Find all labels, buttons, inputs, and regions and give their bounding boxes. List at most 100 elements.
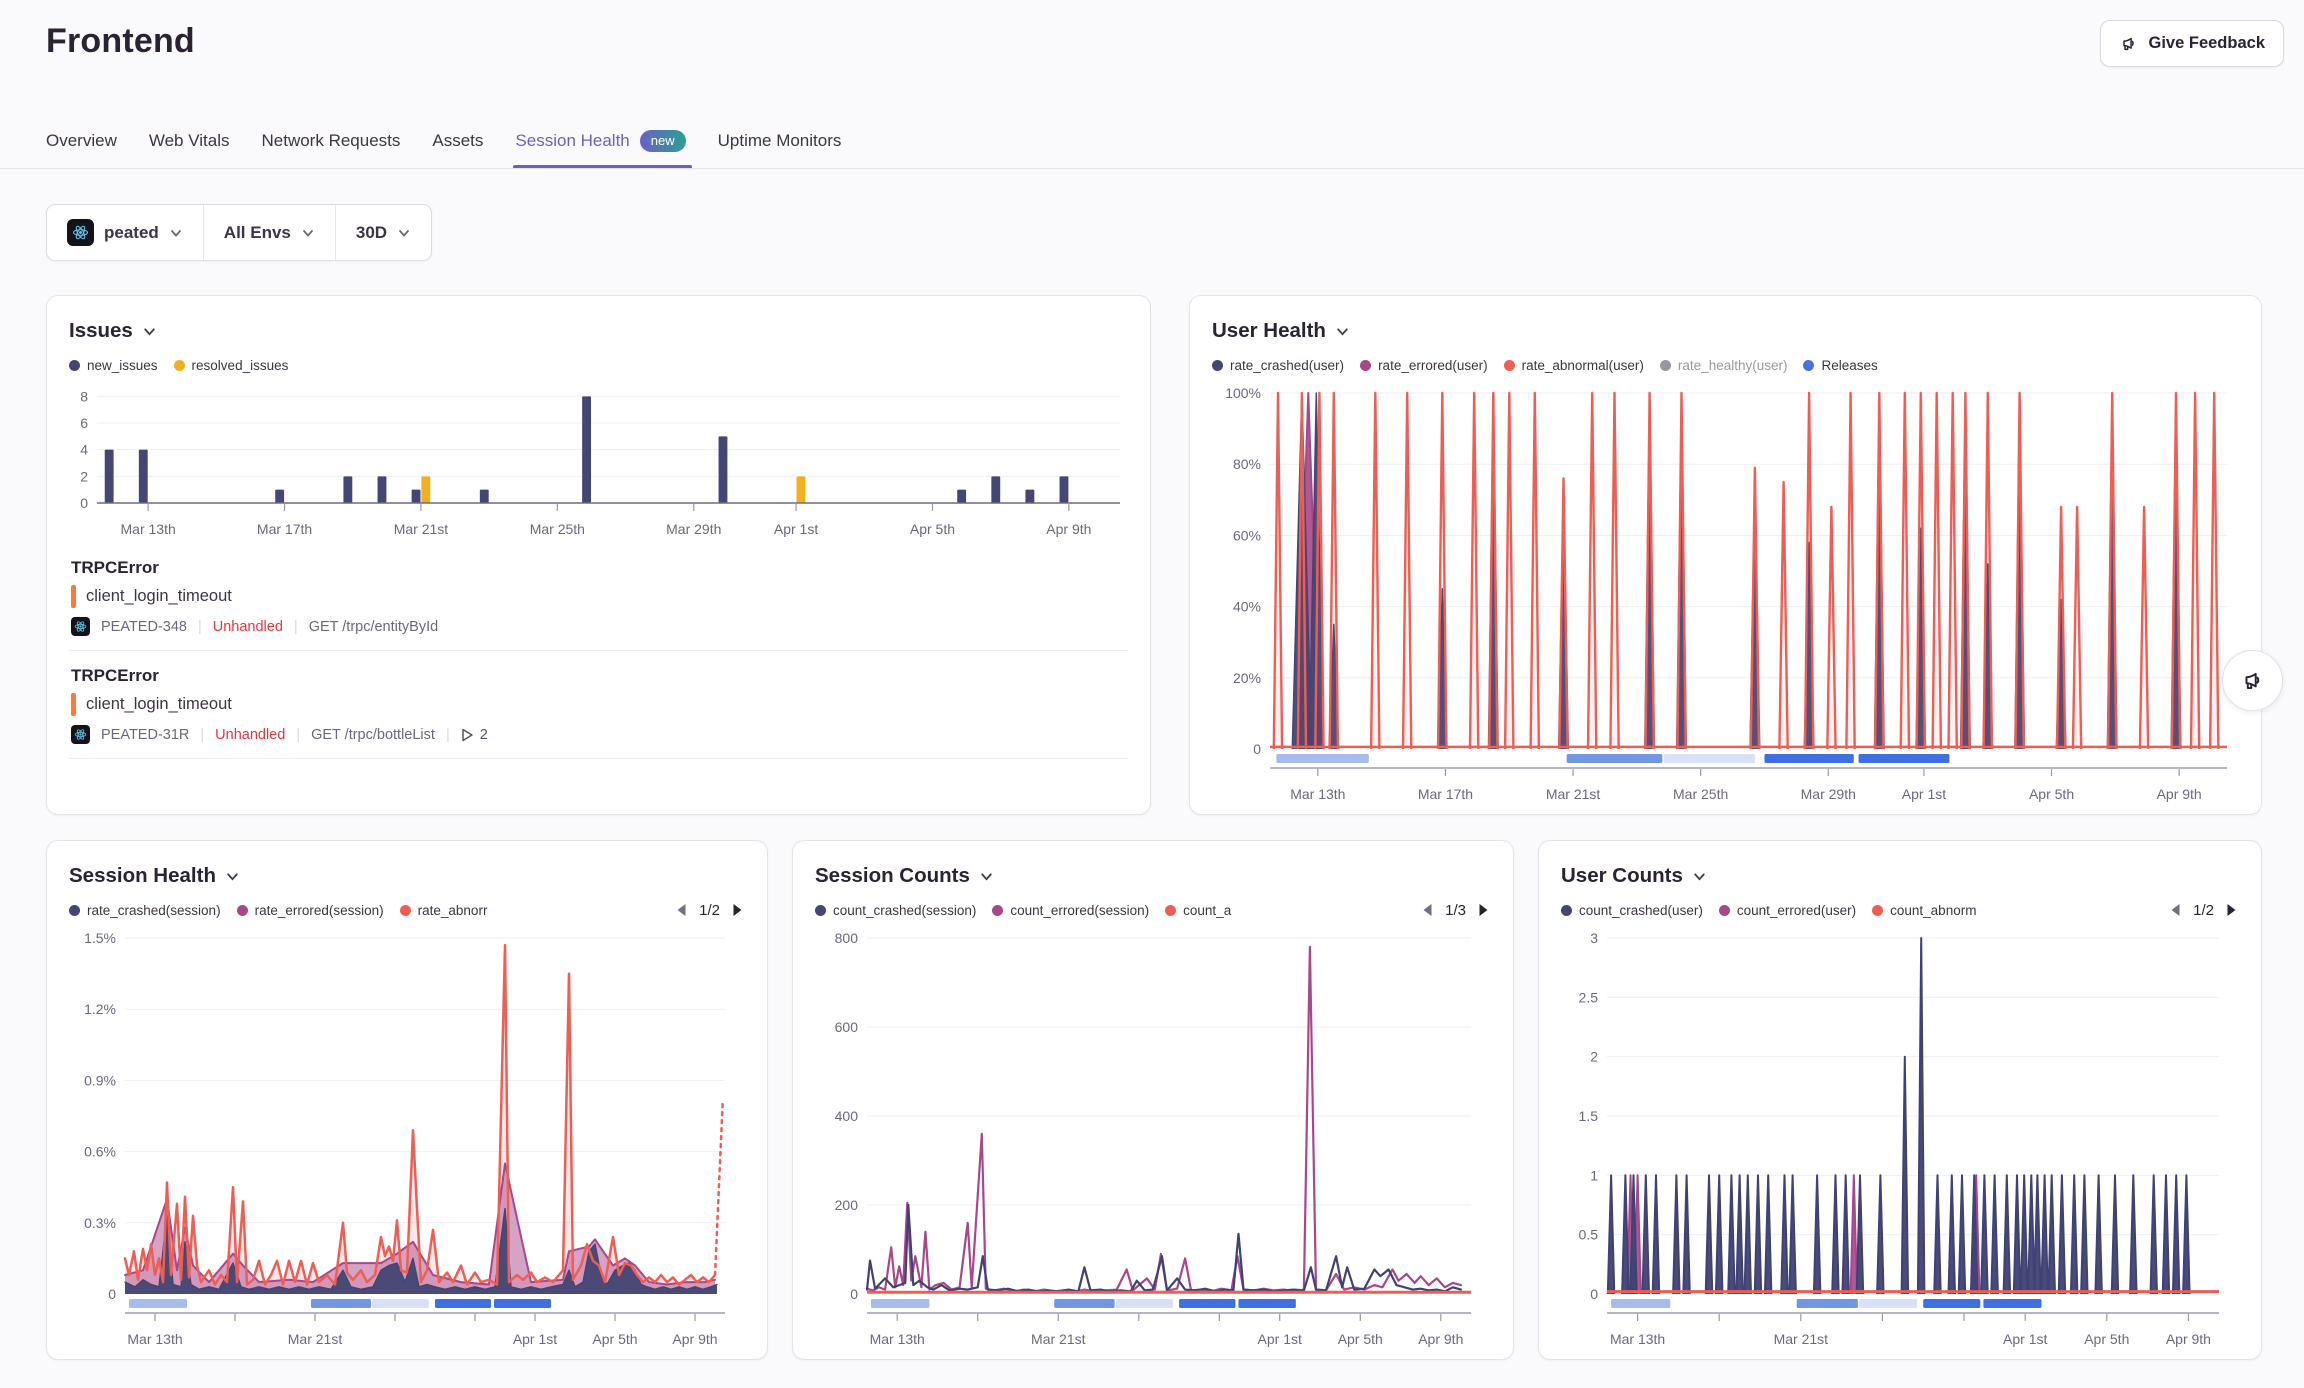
svg-text:2: 2: [80, 468, 88, 484]
session-health-title-dropdown[interactable]: Session Health: [69, 861, 745, 891]
session-counts-chart[interactable]: 0200400600800Mar 13thMar 21stApr 1stApr …: [815, 928, 1491, 1348]
svg-text:Apr 5th: Apr 5th: [2084, 1331, 2129, 1347]
legend-item-resolved-issues[interactable]: resolved_issues: [174, 358, 289, 373]
page-filter-bar: peated All Envs 30D: [46, 204, 432, 261]
tab-overview[interactable]: Overview: [46, 112, 117, 169]
tab-session-health[interactable]: Session Health new: [515, 112, 685, 169]
give-feedback-button[interactable]: Give Feedback: [2100, 20, 2284, 67]
user-health-panel: User Health rate_crashed(user) rate_erro…: [1189, 295, 2262, 815]
chevron-down-icon: [979, 869, 994, 884]
svg-text:0: 0: [108, 1286, 116, 1302]
issues-list: TRPCError client_login_timeout PEATED-34…: [69, 543, 1128, 759]
environment-selector[interactable]: All Envs: [204, 205, 335, 260]
legend-item-new-issues[interactable]: new_issues: [69, 358, 158, 373]
legend-item-count-crashed-session[interactable]: count_crashed(session): [815, 903, 976, 918]
panel-title: Session Health: [69, 864, 216, 888]
floating-feedback-button[interactable]: [2222, 650, 2283, 711]
svg-text:Apr 5th: Apr 5th: [2029, 786, 2074, 802]
pager-next-button[interactable]: [1476, 902, 1491, 918]
issue-row[interactable]: TRPCError client_login_timeout PEATED-34…: [69, 543, 1128, 651]
pager-prev-button[interactable]: [1420, 902, 1435, 918]
meta-divider: |: [198, 619, 202, 635]
legend-item-rate-abnormal-user[interactable]: rate_abnormal(user): [1504, 358, 1644, 373]
new-badge: new: [640, 130, 686, 152]
react-project-icon: [71, 617, 90, 636]
svg-text:3: 3: [1590, 930, 1598, 946]
pager-prev-button[interactable]: [2168, 902, 2183, 918]
chevron-down-icon: [397, 226, 411, 240]
issue-error-type: TRPCError: [71, 558, 1126, 578]
legend-item-count-errored-session[interactable]: count_errored(session): [992, 903, 1149, 918]
svg-text:0: 0: [1253, 741, 1261, 757]
svg-text:0: 0: [1590, 1286, 1598, 1302]
issue-error-type: TRPCError: [71, 666, 1126, 686]
session-health-chart[interactable]: 00.3%0.6%0.9%1.2%1.5%Mar 13thMar 21stApr…: [69, 928, 745, 1348]
issue-message-link[interactable]: client_login_timeout: [86, 695, 232, 714]
svg-text:Apr 9th: Apr 9th: [1418, 1331, 1463, 1347]
user-counts-title-dropdown[interactable]: User Counts: [1561, 861, 2239, 891]
tab-uptime-monitors[interactable]: Uptime Monitors: [718, 112, 842, 169]
svg-text:Apr 5th: Apr 5th: [910, 521, 955, 537]
legend-item-rate-abnormal-session[interactable]: rate_abnorr: [400, 903, 488, 918]
issues-chart[interactable]: 02468Mar 13thMar 17thMar 21stMar 25thMar…: [69, 383, 1128, 543]
legend-item-count-abnormal-session[interactable]: count_a: [1165, 903, 1231, 918]
chevron-down-icon: [142, 324, 157, 339]
pager-next-button[interactable]: [2224, 902, 2239, 918]
svg-text:Mar 13th: Mar 13th: [1290, 786, 1345, 802]
svg-text:0.5: 0.5: [1579, 1227, 1599, 1243]
environment-selector-value: All Envs: [224, 223, 291, 243]
session-health-page: Frontend Give Feedback Overview Web Vita…: [0, 0, 2304, 1388]
user-health-chart[interactable]: 020%40%60%80%100%Mar 13thMar 17thMar 21s…: [1212, 383, 2239, 803]
svg-text:Mar 21st: Mar 21st: [394, 521, 449, 537]
issues-title-dropdown[interactable]: Issues: [69, 316, 1128, 346]
tab-web-vitals[interactable]: Web Vitals: [149, 112, 230, 169]
svg-text:Apr 1st: Apr 1st: [774, 521, 818, 537]
tab-assets[interactable]: Assets: [432, 112, 483, 169]
pager-prev-button[interactable]: [674, 902, 689, 918]
svg-text:60%: 60%: [1233, 527, 1261, 543]
svg-text:Mar 13th: Mar 13th: [1610, 1331, 1665, 1347]
svg-text:0.6%: 0.6%: [84, 1144, 116, 1160]
legend-item-rate-crashed-user[interactable]: rate_crashed(user): [1212, 358, 1344, 373]
user-health-title-dropdown[interactable]: User Health: [1212, 316, 2239, 346]
svg-text:Mar 13th: Mar 13th: [127, 1331, 182, 1347]
svg-text:Mar 25th: Mar 25th: [530, 521, 585, 537]
date-range-selector[interactable]: 30D: [336, 205, 431, 260]
chevron-down-icon: [225, 869, 240, 884]
unhandled-badge: Unhandled: [213, 619, 283, 635]
issue-message-link[interactable]: client_login_timeout: [86, 587, 232, 606]
session-counts-title-dropdown[interactable]: Session Counts: [815, 861, 1491, 891]
date-range-value: 30D: [356, 223, 387, 243]
session-health-legend: rate_crashed(session) rate_errored(sessi…: [69, 903, 664, 918]
svg-text:0.3%: 0.3%: [84, 1215, 116, 1231]
legend-item-rate-errored-session[interactable]: rate_errored(session): [237, 903, 384, 918]
issue-transaction: GET /trpc/bottleList: [311, 727, 435, 743]
svg-text:20%: 20%: [1233, 670, 1261, 686]
legend-item-count-abnormal-user[interactable]: count_abnorm: [1872, 903, 1976, 918]
tab-bar: Overview Web Vitals Network Requests Ass…: [46, 112, 841, 169]
legend-item-rate-errored-user[interactable]: rate_errored(user): [1360, 358, 1488, 373]
svg-text:0: 0: [80, 495, 88, 511]
svg-text:Mar 13th: Mar 13th: [870, 1331, 925, 1347]
user-counts-chart[interactable]: 00.511.522.53Mar 13thMar 21stApr 1stApr …: [1561, 928, 2239, 1348]
meta-divider: |: [294, 619, 298, 635]
legend-item-count-crashed-user[interactable]: count_crashed(user): [1561, 903, 1703, 918]
replay-count[interactable]: 2: [461, 727, 488, 743]
legend-item-releases[interactable]: Releases: [1803, 358, 1877, 373]
svg-text:0.9%: 0.9%: [84, 1072, 116, 1088]
project-selector[interactable]: peated: [47, 205, 203, 260]
meta-divider: |: [446, 727, 450, 743]
svg-text:Mar 21st: Mar 21st: [1031, 1331, 1086, 1347]
svg-text:600: 600: [835, 1019, 859, 1035]
megaphone-icon: [2240, 668, 2266, 694]
issue-row[interactable]: TRPCError client_login_timeout PEATED-31…: [69, 651, 1128, 759]
tab-network-requests[interactable]: Network Requests: [262, 112, 401, 169]
pager-page-number: 1/2: [699, 902, 720, 919]
pager-next-button[interactable]: [730, 902, 745, 918]
unhandled-badge: Unhandled: [215, 727, 285, 743]
legend-item-rate-healthy-user[interactable]: rate_healthy(user): [1660, 358, 1788, 373]
legend-item-count-errored-user[interactable]: count_errored(user): [1719, 903, 1856, 918]
panel-title: User Health: [1212, 319, 1326, 343]
legend-item-rate-crashed-session[interactable]: rate_crashed(session): [69, 903, 221, 918]
page-title: Frontend: [46, 22, 195, 61]
